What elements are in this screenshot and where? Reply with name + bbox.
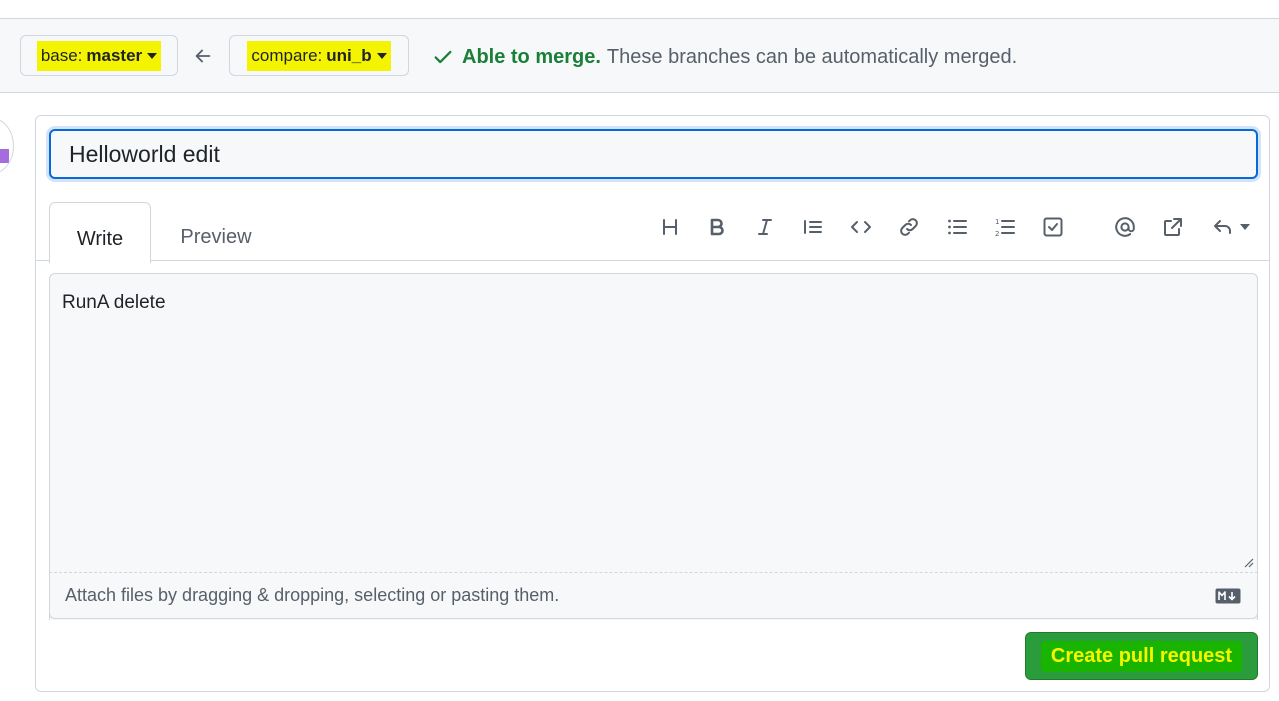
markdown-icon bbox=[1215, 588, 1241, 604]
title-input[interactable] bbox=[49, 129, 1258, 179]
tab-write-label: Write bbox=[76, 227, 124, 250]
compare-branch-button[interactable]: compare: uni_b bbox=[229, 35, 409, 76]
tab-write[interactable]: Write bbox=[49, 202, 151, 263]
merge-status: Able to merge. These branches can be aut… bbox=[432, 45, 1017, 69]
avatar bbox=[0, 118, 14, 174]
numbered-list-icon[interactable]: 12 bbox=[991, 213, 1019, 241]
comment-textarea[interactable] bbox=[50, 274, 1257, 572]
caret-down-icon bbox=[147, 52, 158, 59]
base-label: base: bbox=[40, 45, 83, 65]
check-icon bbox=[434, 50, 452, 64]
italic-icon[interactable] bbox=[751, 213, 779, 241]
create-pull-request-button[interactable]: Create pull request bbox=[1025, 632, 1258, 680]
comment-editor bbox=[49, 273, 1258, 620]
task-list-icon[interactable] bbox=[1039, 213, 1067, 241]
resize-grip-icon[interactable] bbox=[1242, 556, 1254, 568]
tab-preview-label: Preview bbox=[180, 225, 252, 248]
mention-icon[interactable] bbox=[1111, 213, 1139, 241]
svg-text:2: 2 bbox=[995, 230, 999, 238]
base-value: master bbox=[86, 45, 143, 65]
editor-tabs-bar: Write Preview 12 bbox=[36, 201, 1269, 263]
tab-preview[interactable]: Preview bbox=[166, 201, 266, 261]
pull-request-form: Write Preview 12 bbox=[35, 115, 1270, 692]
heading-icon[interactable] bbox=[656, 213, 684, 241]
svg-text:1: 1 bbox=[995, 218, 999, 226]
reply-icon[interactable] bbox=[1207, 213, 1253, 241]
attach-files-bar[interactable]: Attach files by dragging & dropping, sel… bbox=[49, 572, 1258, 619]
bold-icon[interactable] bbox=[703, 213, 731, 241]
compare-value: uni_b bbox=[326, 45, 372, 65]
quote-icon[interactable] bbox=[799, 213, 827, 241]
base-branch-label-group: base: master bbox=[36, 40, 162, 71]
reference-icon[interactable] bbox=[1159, 213, 1187, 241]
code-icon[interactable] bbox=[847, 213, 875, 241]
attach-hint: Attach files by dragging & dropping, sel… bbox=[65, 585, 560, 605]
merge-status-description: These branches can be automatically merg… bbox=[606, 45, 1018, 68]
compare-bar: base: master compare: uni_b Able to merg… bbox=[0, 18, 1279, 93]
caret-down-icon bbox=[376, 52, 387, 59]
create-pull-request-label: Create pull request bbox=[1040, 640, 1243, 672]
arrow-left-icon bbox=[195, 49, 211, 63]
caret-down-icon bbox=[1239, 224, 1250, 230]
compare-label: compare: bbox=[251, 45, 323, 65]
merge-status-title: Able to merge. bbox=[462, 45, 601, 68]
compare-branch-label-group: compare: uni_b bbox=[247, 40, 391, 71]
link-icon[interactable] bbox=[895, 213, 923, 241]
bulleted-list-icon[interactable] bbox=[943, 213, 971, 241]
base-branch-button[interactable]: base: master bbox=[20, 35, 178, 76]
